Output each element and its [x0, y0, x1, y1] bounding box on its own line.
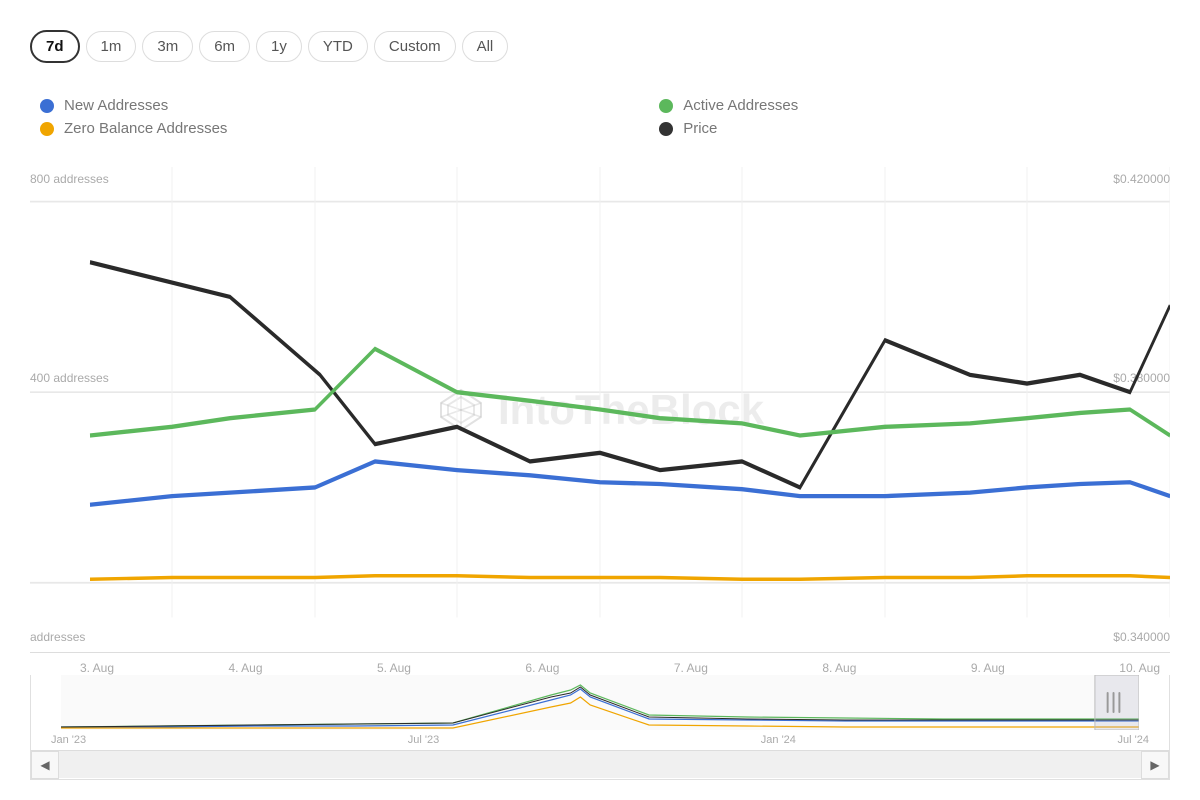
legend-dot-zero [40, 122, 54, 136]
legend-dot-price [659, 122, 673, 136]
x-label-4: 7. Aug [674, 661, 708, 675]
scroll-track[interactable] [59, 751, 1141, 778]
chart-legend: New Addresses Active Addresses Zero Bala… [30, 97, 1170, 137]
range-selector[interactable]: Jan '23 Jul '23 Jan '24 Jul '24 ◀ ▶ [30, 675, 1170, 780]
time-range-bar: 7d 1m 3m 6m 1y YTD Custom All [30, 20, 1170, 73]
x-label-2: 5. Aug [377, 661, 411, 675]
legend-zero-balance: Zero Balance Addresses [40, 120, 599, 137]
btn-1m[interactable]: 1m [86, 31, 137, 62]
x-label-5: 8. Aug [822, 661, 856, 675]
chart-wrapper: 800 addresses 400 addresses addresses $0… [30, 167, 1170, 780]
legend-label-active: Active Addresses [683, 97, 798, 114]
mini-chart [61, 675, 1139, 730]
range-label-1: Jul '23 [408, 734, 439, 746]
scroll-bar: ◀ ▶ [31, 750, 1169, 778]
scroll-right-arrow[interactable]: ▶ [1141, 751, 1169, 779]
mini-chart-svg [61, 675, 1139, 730]
legend-label-zero: Zero Balance Addresses [64, 120, 227, 137]
range-label-2: Jan '24 [761, 734, 796, 746]
range-label-3: Jul '24 [1118, 734, 1149, 746]
x-label-6: 9. Aug [971, 661, 1005, 675]
btn-3m[interactable]: 3m [142, 31, 193, 62]
x-label-3: 6. Aug [525, 661, 559, 675]
scroll-left-arrow[interactable]: ◀ [31, 751, 59, 779]
legend-dot-new [40, 99, 54, 113]
legend-label-new: New Addresses [64, 97, 168, 114]
btn-7d[interactable]: 7d [30, 30, 80, 63]
main-container: 7d 1m 3m 6m 1y YTD Custom All New Addres… [0, 0, 1200, 800]
legend-dot-active [659, 99, 673, 113]
range-labels: Jan '23 Jul '23 Jan '24 Jul '24 [31, 730, 1169, 750]
btn-custom[interactable]: Custom [374, 31, 456, 62]
legend-price: Price [659, 120, 1170, 137]
range-label-0: Jan '23 [51, 734, 86, 746]
btn-all[interactable]: All [462, 31, 509, 62]
legend-label-price: Price [683, 120, 717, 137]
chart-svg [30, 167, 1170, 652]
x-label-1: 4. Aug [228, 661, 262, 675]
btn-1y[interactable]: 1y [256, 31, 302, 62]
x-label-0: 3. Aug [80, 661, 114, 675]
btn-ytd[interactable]: YTD [308, 31, 368, 62]
btn-6m[interactable]: 6m [199, 31, 250, 62]
x-axis-labels: 3. Aug 4. Aug 5. Aug 6. Aug 7. Aug 8. Au… [30, 653, 1170, 675]
legend-new-addresses: New Addresses [40, 97, 599, 114]
x-label-7: 10. Aug [1119, 661, 1160, 675]
chart-main[interactable]: 800 addresses 400 addresses addresses $0… [30, 167, 1170, 653]
legend-active-addresses: Active Addresses [659, 97, 1170, 114]
